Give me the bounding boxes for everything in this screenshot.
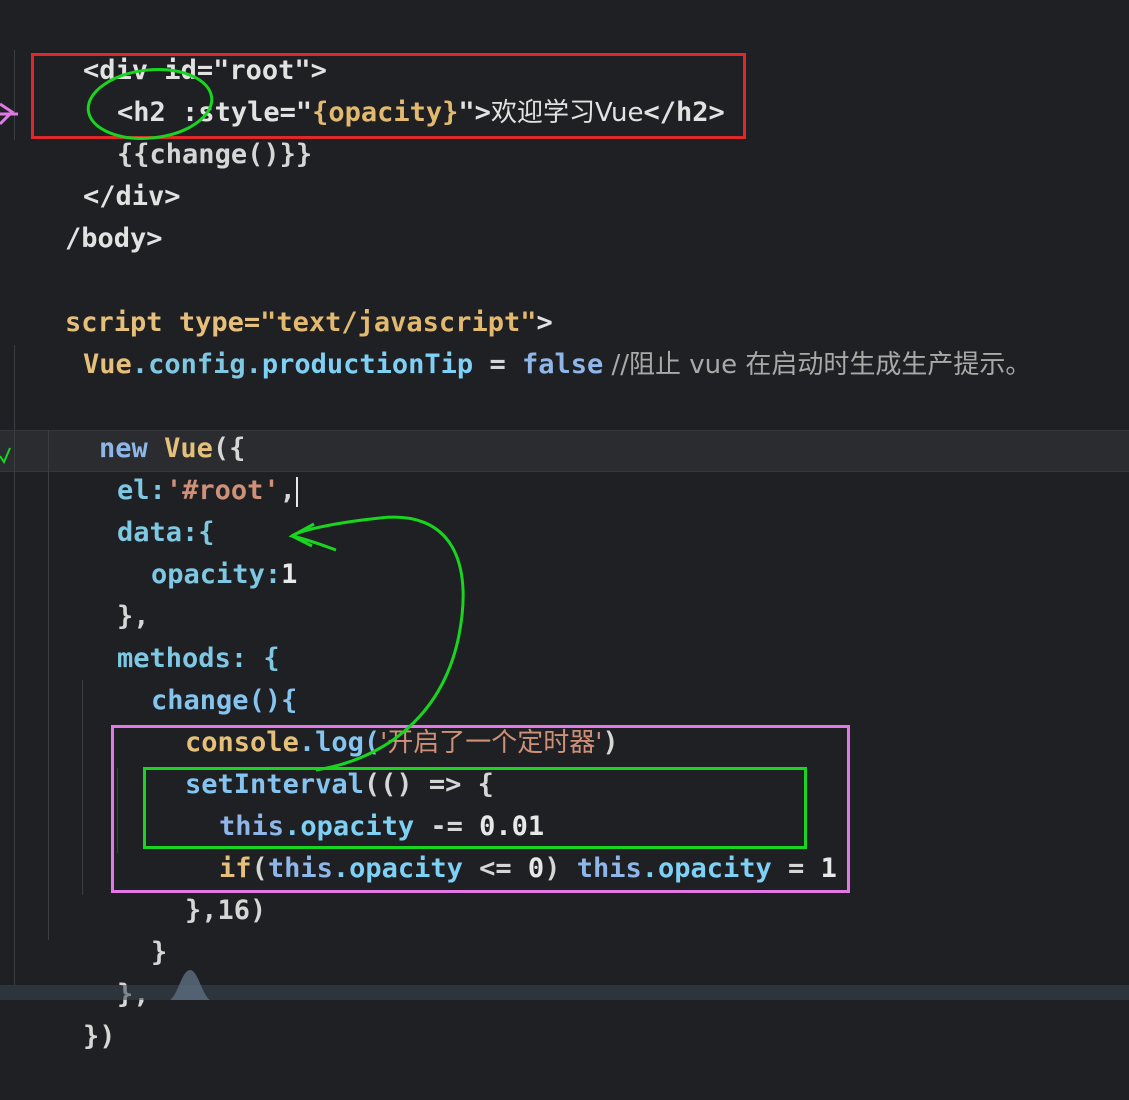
code-token: Vue	[83, 349, 132, 380]
green-highlight-box	[143, 767, 807, 849]
code-token: productionTip	[261, 349, 474, 380]
code-line-7: script type="text/javascript">	[0, 260, 553, 338]
code-line-11: el:'#root',	[52, 428, 298, 507]
code-editor[interactable]: <div id="root"> <h2 :style="{opacity}">欢…	[0, 0, 1129, 1052]
code-line-22: }	[86, 890, 167, 968]
code-line-1: <div id="root">	[18, 8, 327, 86]
code-line-13: opacity:1	[86, 512, 297, 590]
code-line-10: new Vue({	[34, 386, 245, 464]
code-line-16: change(){	[86, 638, 297, 716]
red-highlight-box	[31, 53, 746, 139]
text-cursor	[295, 476, 298, 507]
pink-arrow-icon	[0, 102, 18, 126]
code-token: /body>	[65, 223, 163, 254]
code-token: ,	[279, 475, 296, 506]
indent-guide	[14, 345, 15, 985]
code-token: }	[151, 937, 168, 968]
code-comment: //阻止 vue 在启动时生成生产提示。	[603, 350, 1032, 380]
code-token: =	[473, 349, 522, 380]
video-progress-bar[interactable]	[0, 965, 1129, 1000]
code-token: opacity:	[151, 559, 282, 590]
code-line-8: Vue.config.productionTip = false //阻止 vu…	[18, 302, 1031, 380]
code-token: .config.	[131, 349, 262, 380]
indent-guide	[14, 50, 15, 140]
code-line-15: methods: {	[52, 596, 280, 674]
code-line-17: console.log('开启了一个定时器')	[120, 680, 619, 758]
code-line-12: data:{	[52, 470, 215, 548]
code-token: })	[83, 1021, 116, 1052]
code-token: false	[521, 349, 604, 380]
code-line-4: </div>	[18, 134, 181, 212]
code-line-5: /body>	[0, 176, 163, 254]
code-token: 1	[281, 559, 298, 590]
code-line-14: },	[52, 554, 150, 632]
code-token: },16)	[185, 895, 267, 926]
